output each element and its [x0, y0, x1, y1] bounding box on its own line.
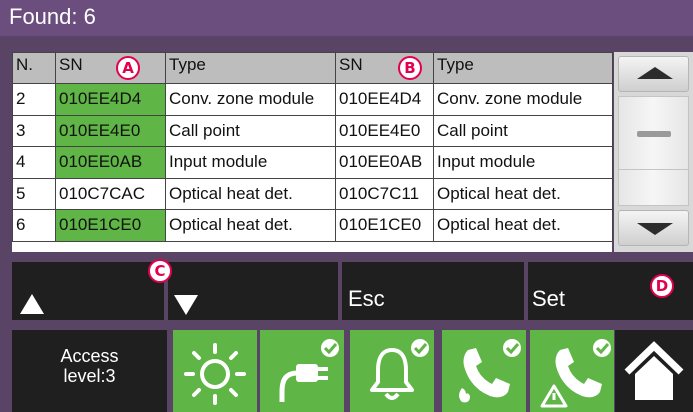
cell-sn-b: 010EE4D4 [335, 83, 434, 116]
marker-d: D [650, 274, 674, 298]
move-down-button[interactable] [168, 262, 338, 320]
arrow-down-icon [174, 295, 198, 315]
cell-type-b: Conv. zone module [433, 83, 613, 116]
col-header-type-b: Type [433, 52, 613, 84]
cell-type-a: Optical heat det. [165, 209, 336, 242]
fire-call-button[interactable] [442, 330, 526, 412]
cell-sn-b: 010EE4E0 [335, 114, 434, 147]
day-mode-button[interactable] [173, 330, 257, 412]
table-header-row: N. SN A Type SN B Type [12, 52, 613, 84]
access-level-value: level:3 [63, 366, 116, 386]
cell-sn-a: 010EE4D4 [55, 83, 166, 116]
cell-number: 3 [12, 114, 56, 147]
esc-button[interactable]: Esc [342, 262, 524, 320]
col-header-sn-b-label: SN [339, 55, 363, 74]
cell-type-a: Optical heat det. [165, 177, 336, 210]
access-label: Access [60, 346, 119, 366]
alarm-status-button[interactable] [350, 330, 434, 412]
sun-icon [184, 343, 246, 405]
cell-number: 4 [12, 146, 56, 179]
marker-b: B [398, 56, 422, 80]
home-icon [624, 341, 684, 400]
home-button[interactable] [615, 330, 693, 412]
cell-sn-b: 010E1CE0 [335, 209, 434, 242]
chevron-down-icon [637, 223, 673, 235]
cell-type-a: Conv. zone module [165, 83, 336, 116]
cell-sn-a: 010E1CE0 [55, 209, 166, 242]
scroll-down-button[interactable] [618, 210, 689, 246]
window-title: Found: 6 [0, 0, 693, 36]
cell-type-b: Input module [433, 146, 613, 179]
cell-sn-b: 010EE0AB [335, 146, 434, 179]
cell-number: 5 [12, 177, 56, 210]
set-button-label: Set [532, 286, 566, 311]
chevron-up-icon [637, 67, 673, 79]
scroll-up-button[interactable] [618, 56, 689, 92]
col-header-type-a: Type [165, 52, 336, 84]
fault-call-button[interactable] [530, 330, 614, 412]
power-plug-icon [279, 339, 339, 402]
phone-fire-icon [459, 339, 521, 403]
col-header-number: N. [12, 52, 56, 84]
table-row[interactable]: 4 010EE0AB Input module 010EE0AB Input modul… [12, 146, 613, 179]
marker-c: C [148, 259, 172, 283]
cell-number: 2 [12, 83, 56, 116]
scroll-thumb[interactable] [618, 96, 689, 206]
grip-icon [637, 131, 671, 137]
thumb-divider [619, 169, 688, 170]
bell-icon [370, 339, 429, 400]
access-level-indicator: Access level:3 [12, 330, 167, 412]
col-header-sn-a: SN A [55, 52, 166, 84]
cell-type-a: Call point [165, 114, 336, 147]
comparison-table: N. SN A Type SN B Type 2 010EE4D4 Conv. zo… [12, 52, 613, 252]
col-header-sn-a-label: SN [59, 55, 83, 74]
marker-a: A [116, 56, 140, 80]
table-row[interactable]: 3 010EE4E0 Call point 010EE4E0 Call point [12, 114, 613, 147]
scrollbar[interactable] [614, 52, 693, 252]
cell-type-b: Optical heat det. [433, 177, 613, 210]
cell-type-a: Input module [165, 146, 336, 179]
cell-sn-b: 010C7C11 [335, 177, 434, 210]
cell-sn-a: 010EE0AB [55, 146, 166, 179]
cell-type-b: Optical heat det. [433, 209, 613, 242]
table-row[interactable]: 6 010E1CE0 Optical heat det. 010E1CE0 Optica… [12, 209, 613, 242]
table-row[interactable]: 2 010EE4D4 Conv. zone module 010EE4D4 Conv. … [12, 83, 613, 116]
arrow-up-icon [20, 294, 44, 314]
cell-number: 6 [12, 209, 56, 242]
cell-sn-a: 010C7CAC [55, 177, 166, 210]
table-row[interactable]: 5 010C7CAC Optical heat det. 010C7C11 Optica… [12, 177, 613, 210]
col-header-sn-b: SN B [335, 52, 434, 84]
move-up-button[interactable] [12, 262, 164, 320]
phone-warning-icon [540, 339, 611, 408]
cell-type-b: Call point [433, 114, 613, 147]
power-status-button[interactable] [260, 330, 344, 412]
cell-sn-a: 010EE4E0 [55, 114, 166, 147]
